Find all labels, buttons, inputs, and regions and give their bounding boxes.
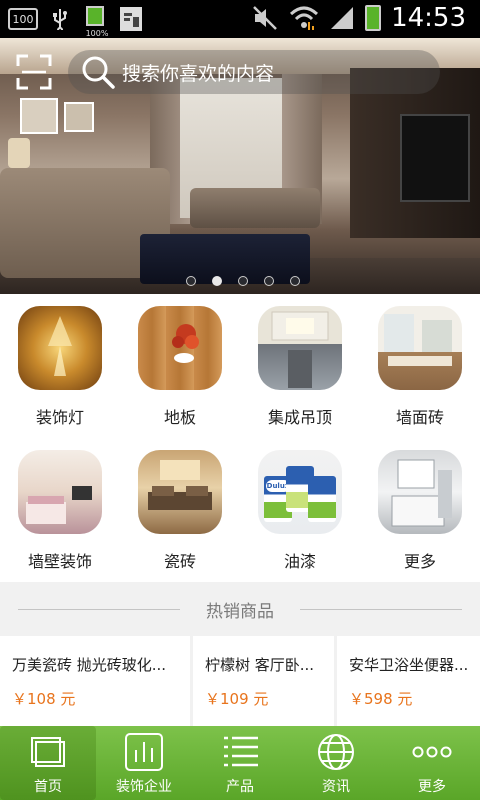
category-item[interactable]: Dulux 油漆 bbox=[240, 438, 360, 582]
nav-more[interactable]: 更多 bbox=[384, 726, 480, 800]
hot-section-header: 热销商品 bbox=[0, 582, 480, 636]
search-icon bbox=[82, 56, 115, 89]
category-label: 地板 bbox=[163, 408, 196, 427]
nav-enterprise[interactable]: 装饰企业 bbox=[96, 726, 192, 800]
nav-label: 首页 bbox=[34, 779, 62, 795]
document-icon bbox=[120, 7, 142, 31]
product-name: 安华卫浴坐便器... bbox=[349, 656, 469, 674]
carousel-dot[interactable] bbox=[238, 276, 248, 286]
usb-icon bbox=[53, 9, 67, 30]
more-dots-icon bbox=[412, 746, 452, 758]
nav-label: 更多 bbox=[418, 779, 446, 795]
more-icon bbox=[378, 450, 462, 534]
product-list: 万美瓷砖 抛光砖玻化... ￥108 元 柠檬树 客厅卧... ￥109 元 安… bbox=[0, 636, 480, 726]
category-label: 更多 bbox=[403, 552, 436, 571]
enterprise-icon bbox=[125, 733, 163, 771]
product-name: 万美瓷砖 抛光砖玻化... bbox=[12, 656, 167, 674]
category-item[interactable]: 更多 bbox=[360, 438, 480, 582]
wifi-icon bbox=[290, 6, 319, 30]
nav-home[interactable]: 首页 bbox=[0, 726, 96, 800]
product-list-icon bbox=[224, 736, 258, 767]
paint-icon: Dulux bbox=[258, 450, 342, 534]
product-card[interactable]: 万美瓷砖 抛光砖玻化... ￥108 元 bbox=[0, 636, 190, 726]
category-label: 墙壁装饰 bbox=[27, 552, 92, 571]
category-label: 油漆 bbox=[283, 552, 316, 571]
notification-box-icon: 100 bbox=[8, 8, 38, 30]
search-bar[interactable]: 搜索你喜欢的内容 bbox=[68, 50, 440, 94]
category-label: 墙面砖 bbox=[395, 408, 444, 427]
carousel-dot[interactable] bbox=[290, 276, 300, 286]
status-bar-right: 14:53 bbox=[251, 3, 466, 33]
clock: 14:53 bbox=[391, 3, 466, 33]
status-bar-left: 100 100% bbox=[8, 6, 142, 38]
category-item[interactable]: 装饰灯 bbox=[0, 294, 120, 438]
ceramic-tile-icon bbox=[138, 450, 222, 534]
category-label: 集成吊顶 bbox=[267, 408, 332, 427]
carousel-indicator bbox=[186, 276, 300, 286]
bottom-nav: 首页 装饰企业 产品 资讯 更多 bbox=[0, 726, 480, 800]
nav-news[interactable]: 资讯 bbox=[288, 726, 384, 800]
nav-label: 资讯 bbox=[322, 779, 350, 795]
divider bbox=[18, 609, 180, 610]
category-item[interactable]: 地板 bbox=[120, 294, 240, 438]
scan-qr-icon[interactable] bbox=[16, 54, 52, 90]
notification-box-label: 100 bbox=[12, 12, 34, 26]
battery-status-icon: 100% bbox=[82, 6, 108, 38]
search-placeholder: 搜索你喜欢的内容 bbox=[122, 62, 275, 85]
category-item[interactable]: 墙面砖 bbox=[360, 294, 480, 438]
ceiling-icon bbox=[258, 306, 342, 390]
divider bbox=[300, 609, 462, 610]
status-bar: 100 100% 14:53 bbox=[0, 0, 480, 38]
hot-section-title: 热销商品 bbox=[206, 602, 274, 622]
nav-label: 产品 bbox=[226, 779, 254, 795]
product-price: ￥108 元 bbox=[12, 690, 76, 708]
nav-products[interactable]: 产品 bbox=[192, 726, 288, 800]
battery-icon bbox=[365, 5, 382, 31]
category-item[interactable]: 瓷砖 bbox=[120, 438, 240, 582]
category-label: 装饰灯 bbox=[35, 408, 84, 427]
product-card[interactable]: 柠檬树 客厅卧... ￥109 元 bbox=[193, 636, 334, 726]
battery-status-label: 100% bbox=[85, 29, 109, 38]
category-item[interactable]: 墙壁装饰 bbox=[0, 438, 120, 582]
globe-icon bbox=[318, 734, 354, 770]
product-price: ￥109 元 bbox=[205, 690, 269, 708]
product-card[interactable]: 安华卫浴坐便器... ￥598 元 bbox=[337, 636, 480, 726]
lamp-icon bbox=[18, 306, 102, 390]
carousel-dot[interactable] bbox=[212, 276, 222, 286]
home-icon bbox=[31, 737, 65, 767]
wall-decor-icon bbox=[18, 450, 102, 534]
product-price: ￥598 元 bbox=[349, 690, 413, 708]
nav-label: 装饰企业 bbox=[116, 779, 172, 795]
category-item[interactable]: 集成吊顶 bbox=[240, 294, 360, 438]
carousel-dot[interactable] bbox=[186, 276, 196, 286]
category-label: 瓷砖 bbox=[163, 552, 196, 571]
floor-icon bbox=[138, 306, 222, 390]
category-grid: 装饰灯 地板 集成吊顶 墙面砖 墙壁装饰 瓷砖 Dulux 油漆 更多 bbox=[0, 294, 480, 582]
carousel-dot[interactable] bbox=[264, 276, 274, 286]
banner-carousel[interactable]: 搜索你喜欢的内容 bbox=[0, 38, 480, 294]
wall-tile-icon bbox=[378, 306, 462, 390]
product-name: 柠檬树 客厅卧... bbox=[205, 656, 315, 674]
signal-icon bbox=[331, 7, 354, 29]
mute-icon bbox=[253, 6, 277, 30]
